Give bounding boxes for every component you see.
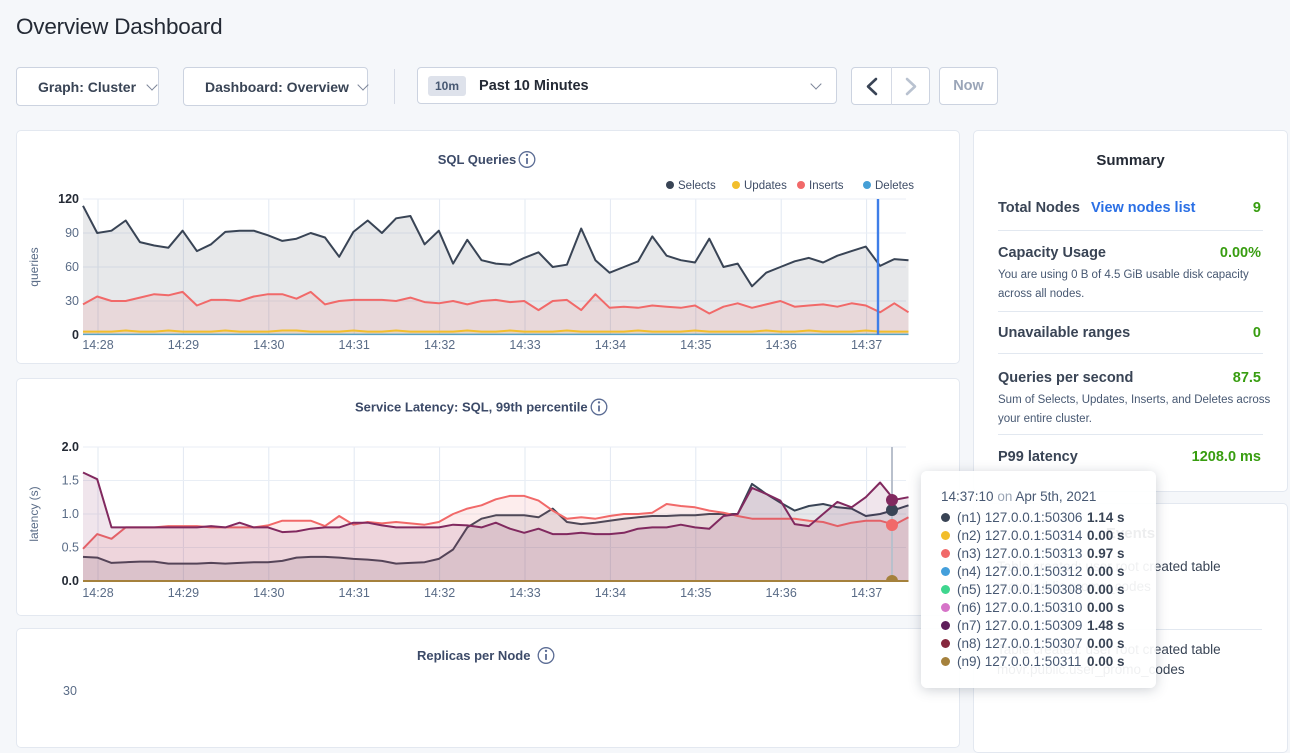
svg-text:1.0: 1.0 — [62, 507, 79, 521]
svg-text:60: 60 — [65, 260, 79, 274]
svg-text:90: 90 — [65, 226, 79, 240]
svg-text:Service Latency: SQL, 99th per: Service Latency: SQL, 99th percentile — [355, 400, 588, 415]
svg-text:14:30: 14:30 — [253, 338, 284, 352]
svg-text:14:33: 14:33 — [509, 586, 540, 600]
svg-text:Inserts: Inserts — [809, 180, 844, 192]
svg-text:14:29: 14:29 — [168, 586, 199, 600]
svg-text:Replicas per Node: Replicas per Node — [417, 648, 530, 663]
svg-text:14:29: 14:29 — [168, 338, 199, 352]
svg-text:14:35: 14:35 — [680, 338, 711, 352]
svg-text:Updates: Updates — [744, 180, 787, 192]
svg-text:14:36: 14:36 — [766, 338, 797, 352]
svg-text:2.0: 2.0 — [62, 440, 79, 454]
svg-text:14:35: 14:35 — [680, 586, 711, 600]
svg-text:14:32: 14:32 — [424, 586, 455, 600]
svg-text:14:34: 14:34 — [595, 338, 626, 352]
svg-text:30: 30 — [65, 294, 79, 308]
svg-text:0.0: 0.0 — [62, 574, 79, 588]
svg-text:14:28: 14:28 — [82, 338, 113, 352]
svg-text:latency (s): latency (s) — [27, 486, 41, 541]
svg-text:14:28: 14:28 — [82, 586, 113, 600]
svg-text:14:37: 14:37 — [851, 586, 882, 600]
svg-text:14:30: 14:30 — [253, 586, 284, 600]
svg-text:SQL Queries: SQL Queries — [438, 152, 517, 167]
svg-text:14:31: 14:31 — [339, 586, 370, 600]
svg-text:0.5: 0.5 — [62, 541, 79, 555]
svg-text:14:31: 14:31 — [339, 338, 370, 352]
svg-text:0: 0 — [72, 328, 79, 342]
svg-text:Deletes: Deletes — [875, 180, 914, 192]
svg-text:14:36: 14:36 — [766, 586, 797, 600]
svg-text:Selects: Selects — [678, 180, 716, 192]
svg-text:14:32: 14:32 — [424, 338, 455, 352]
svg-text:14:33: 14:33 — [509, 338, 540, 352]
svg-text:queries: queries — [27, 247, 41, 286]
svg-text:14:37: 14:37 — [851, 338, 882, 352]
svg-text:14:34: 14:34 — [595, 586, 626, 600]
svg-text:1.5: 1.5 — [62, 474, 79, 488]
svg-text:120: 120 — [58, 192, 79, 206]
